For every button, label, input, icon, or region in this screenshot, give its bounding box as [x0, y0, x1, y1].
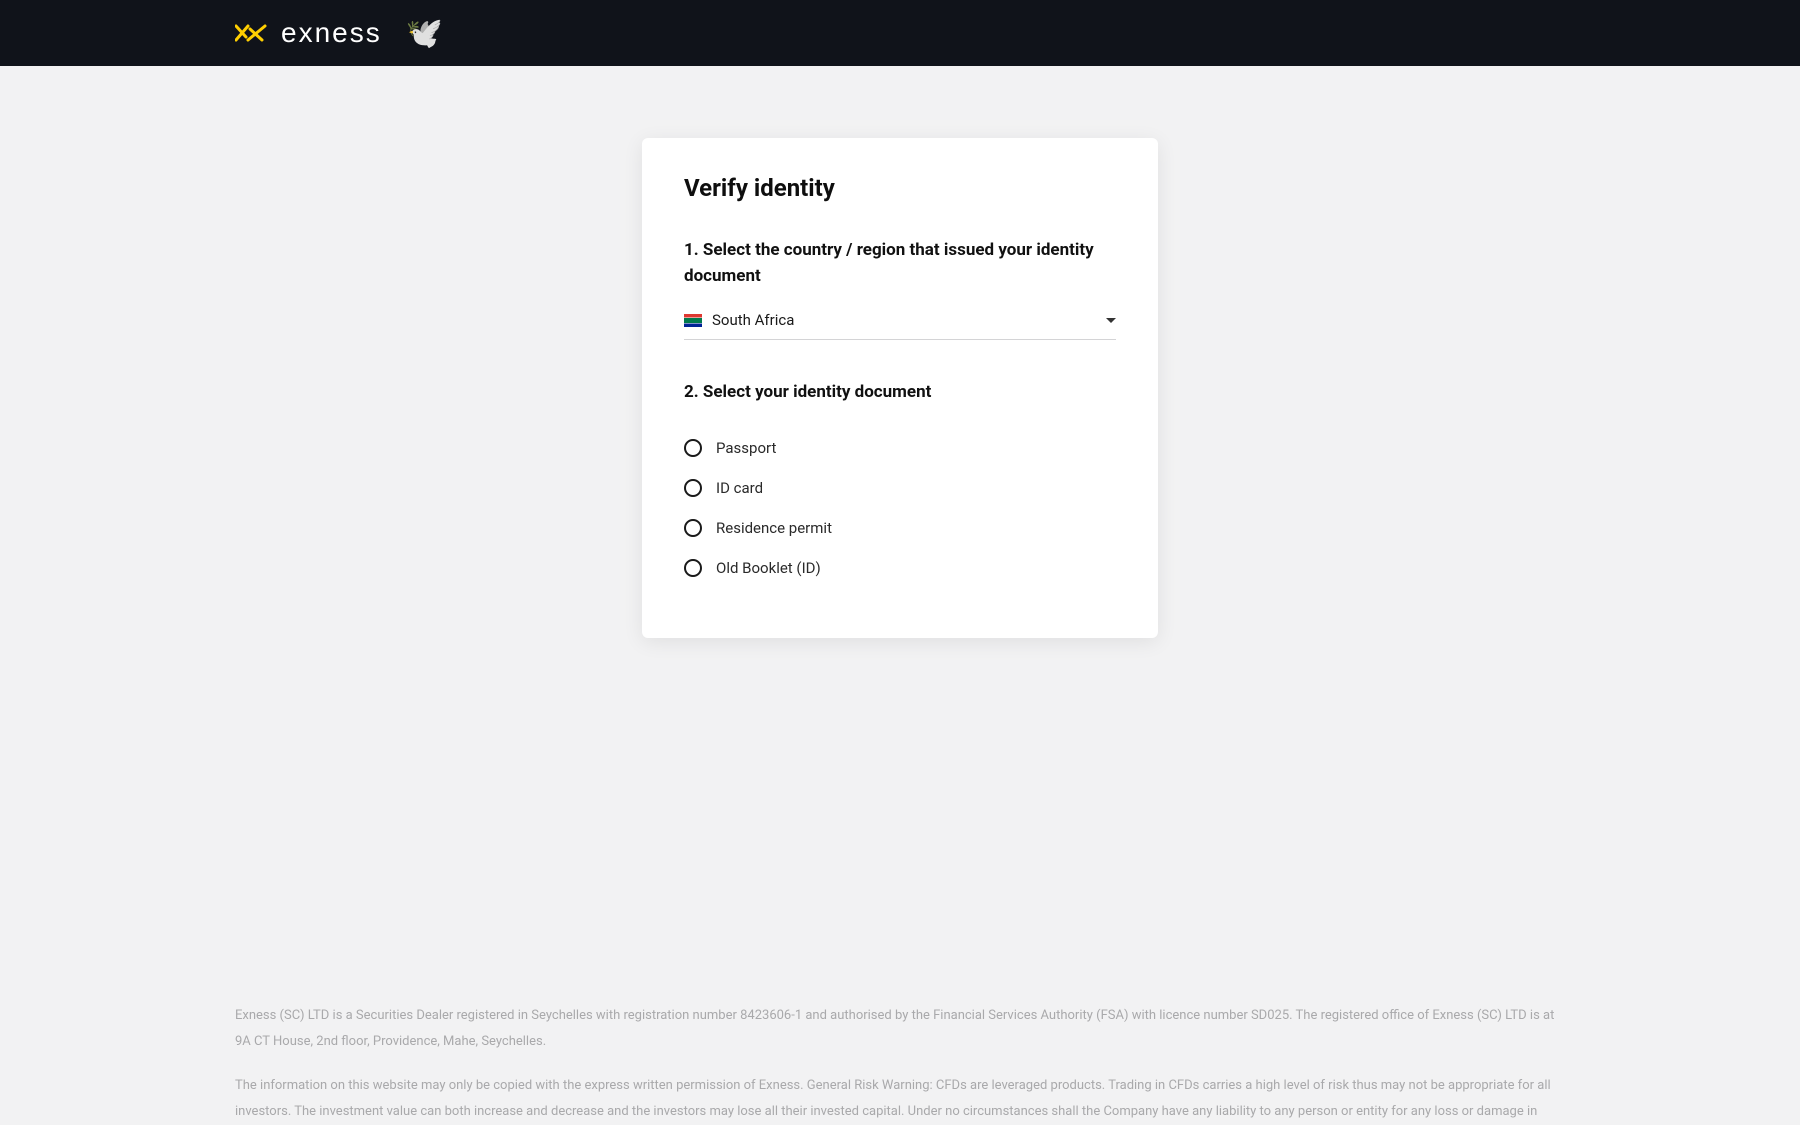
- document-options: Passport ID card Residence permit Old Bo…: [684, 428, 1116, 588]
- legal-footer: Exness (SC) LTD is a Securities Dealer r…: [235, 1003, 1565, 1125]
- country-select[interactable]: South Africa: [684, 311, 1116, 340]
- doc-option-residence-permit[interactable]: Residence permit: [684, 508, 1116, 548]
- radio-icon: [684, 479, 702, 497]
- doc-option-label: Residence permit: [716, 519, 832, 537]
- verify-identity-card: Verify identity 1. Select the country / …: [642, 138, 1158, 638]
- doc-option-label: Passport: [716, 439, 776, 457]
- doc-option-label: ID card: [716, 479, 763, 497]
- brand-name: exness: [281, 17, 382, 49]
- app-header: exness 🕊️: [0, 0, 1800, 66]
- country-name: South Africa: [712, 311, 794, 329]
- radio-icon: [684, 519, 702, 537]
- footer-paragraph-1: Exness (SC) LTD is a Securities Dealer r…: [235, 1003, 1565, 1055]
- radio-icon: [684, 439, 702, 457]
- dove-icon: 🕊️: [406, 16, 443, 51]
- step-1-label: 1. Select the country / region that issu…: [684, 238, 1116, 289]
- doc-option-old-booklet[interactable]: Old Booklet (ID): [684, 548, 1116, 588]
- main-area: Verify identity 1. Select the country / …: [0, 66, 1800, 638]
- doc-option-id-card[interactable]: ID card: [684, 468, 1116, 508]
- chevron-down-icon: [1106, 318, 1116, 323]
- step-2-label: 2. Select your identity document: [684, 380, 1116, 406]
- flag-icon: [684, 314, 702, 327]
- radio-icon: [684, 559, 702, 577]
- card-title: Verify identity: [684, 174, 1116, 202]
- exness-logo-icon: [235, 23, 267, 43]
- doc-option-label: Old Booklet (ID): [716, 559, 821, 577]
- brand-logo: exness 🕊️: [235, 16, 443, 51]
- footer-paragraph-2: The information on this website may only…: [235, 1073, 1565, 1125]
- doc-option-passport[interactable]: Passport: [684, 428, 1116, 468]
- country-select-value: South Africa: [684, 311, 794, 329]
